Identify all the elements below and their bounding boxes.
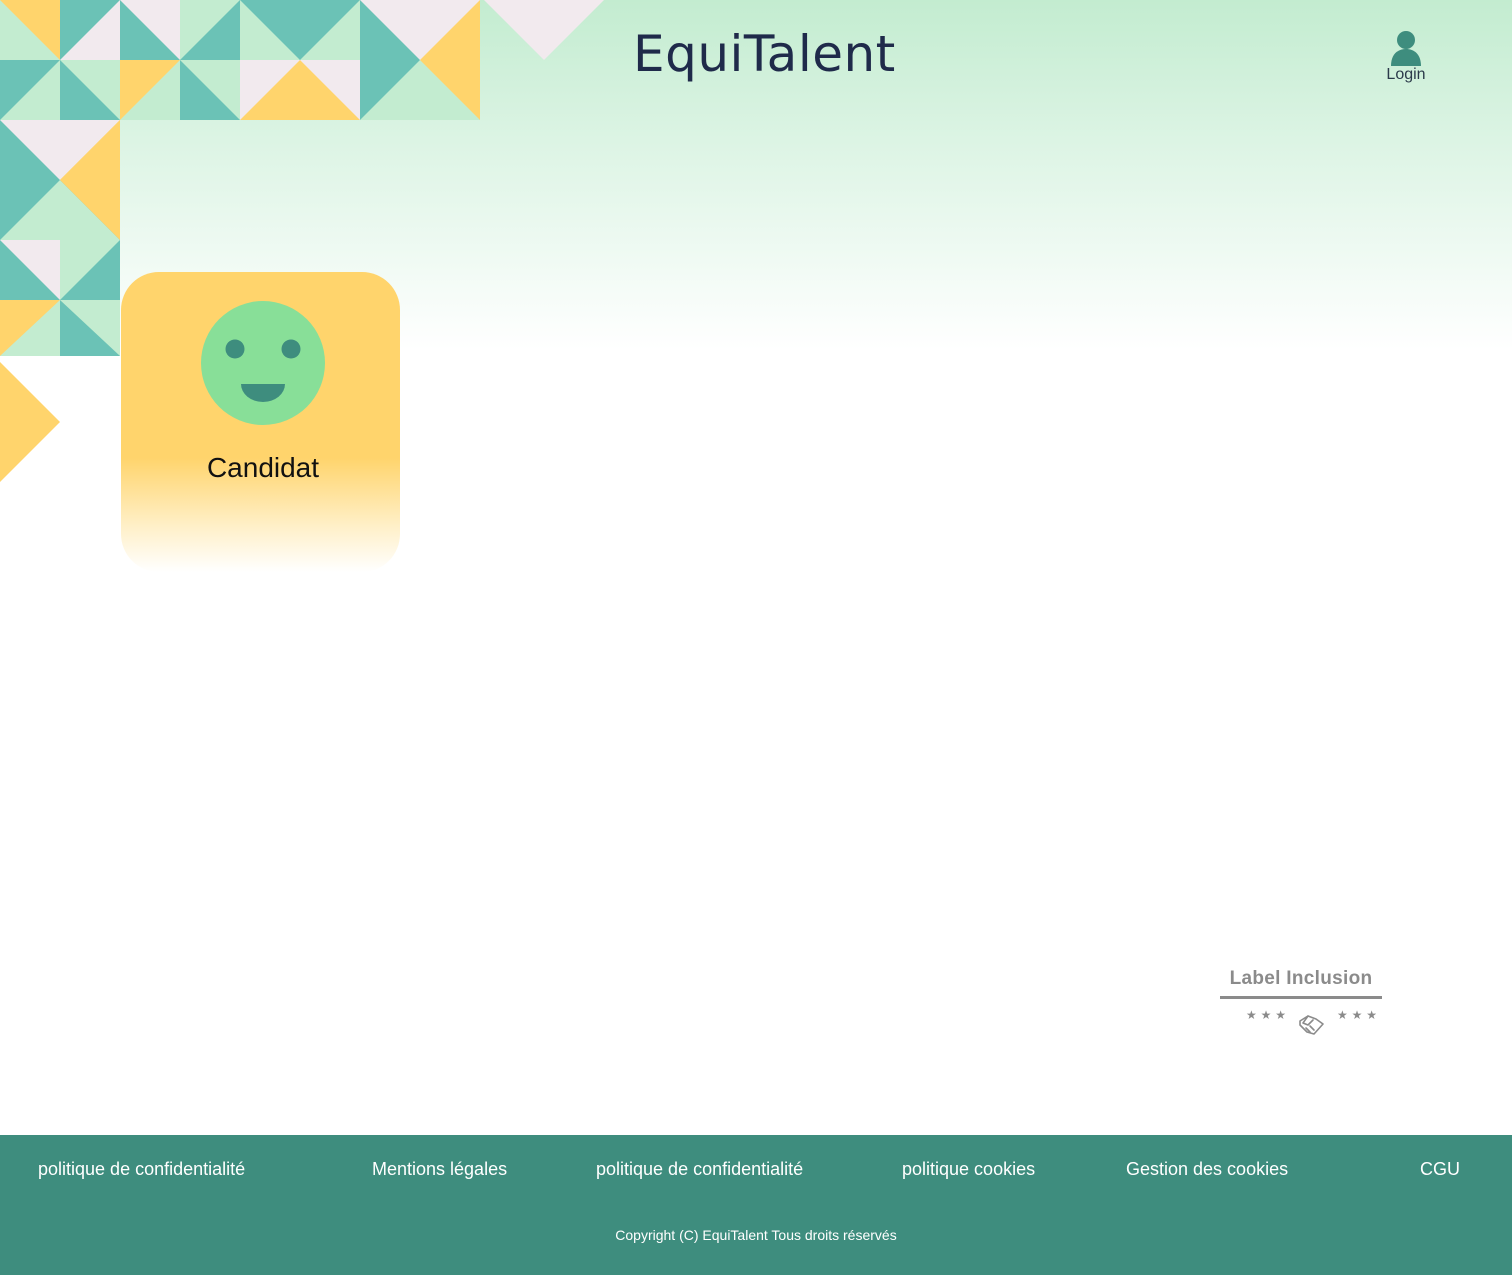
copyright: Copyright (C) EquiTalent Tous droits rés… — [615, 1227, 897, 1243]
candidat-card[interactable]: Candidat — [121, 272, 400, 572]
footer-link-legal-notice[interactable]: Mentions légales — [372, 1159, 507, 1180]
badge-title: Label Inclusion — [1229, 968, 1373, 989]
badge-stars-right: ★ ★ ★ — [1337, 1008, 1376, 1022]
footer: politique de confidentialité Mentions lé… — [0, 1135, 1512, 1275]
footer-link-privacy-1[interactable]: politique de confidentialité — [38, 1159, 245, 1180]
user-icon — [1391, 31, 1421, 66]
handshake-icon: ★ ★ ★ ★ ★ ★ — [1246, 1008, 1376, 1035]
footer-link-terms[interactable]: CGU — [1420, 1159, 1460, 1180]
badge-divider — [1220, 996, 1382, 999]
badge-stars-left: ★ ★ ★ — [1246, 1008, 1286, 1022]
card-label: Candidat — [206, 452, 320, 483]
footer-link-cookie-policy[interactable]: politique cookies — [902, 1159, 1035, 1180]
footer-link-privacy-2[interactable]: politique de confidentialité — [596, 1159, 803, 1180]
footer-link-cookie-settings[interactable]: Gestion des cookies — [1126, 1159, 1288, 1180]
smiley-icon — [201, 301, 325, 425]
inclusion-badge: Label Inclusion ★ ★ ★ ★ ★ ★ — [1216, 968, 1386, 1043]
login-label: Login — [1386, 66, 1426, 83]
login-button[interactable]: Login — [1376, 30, 1436, 92]
logo[interactable]: EquiTalent — [633, 24, 895, 84]
